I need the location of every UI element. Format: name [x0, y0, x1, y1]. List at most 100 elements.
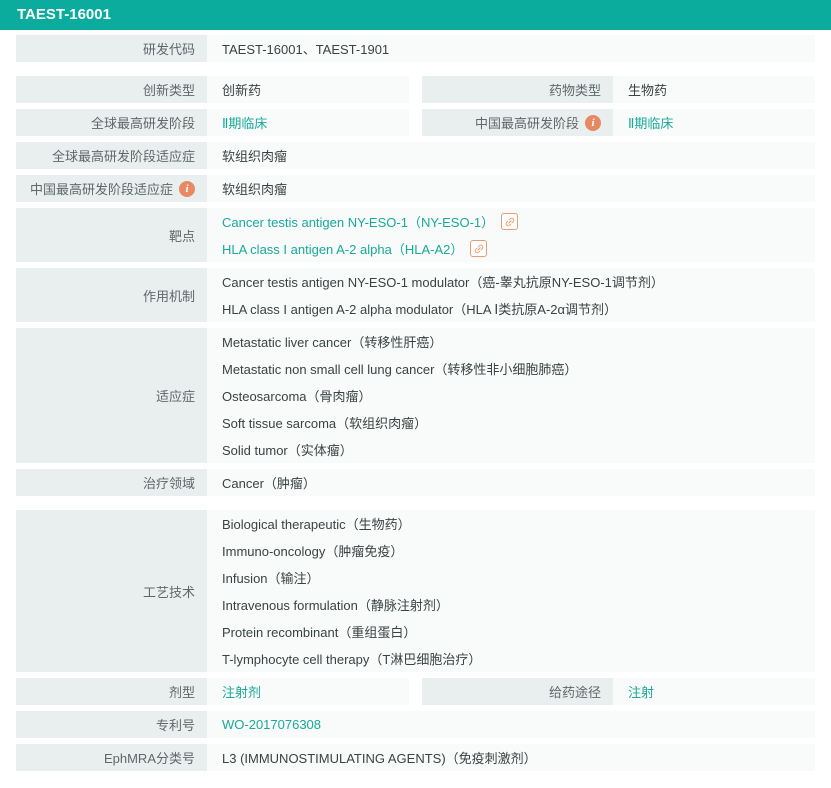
page-title-bar: TAEST-16001	[0, 0, 831, 30]
global-stage-indication-value: 软组织肉瘤	[207, 142, 815, 169]
therapy-area-label: 治疗领域	[16, 469, 207, 496]
label-text: 靶点	[168, 228, 195, 244]
value-text: Metastatic liver cancer（转移性肝癌）	[222, 335, 443, 350]
mechanism-item: HLA class I antigen A-2 alpha modulator（…	[222, 295, 805, 322]
row-pair-stage: 全球最高研发阶段 Ⅱ期临床 中国最高研发阶段 i Ⅱ期临床	[16, 109, 815, 136]
global-stage-indication-label: 全球最高研发阶段适应症	[16, 142, 207, 169]
link-icon[interactable]	[470, 240, 488, 257]
dosage-form-value: 注射剂	[207, 678, 409, 705]
value-text: Intravenous formulation（静脉注射剂）	[222, 598, 449, 613]
indication-item: Soft tissue sarcoma（软组织肉瘤）	[222, 409, 805, 436]
label-text: 全球最高研发阶段适应症	[51, 149, 195, 164]
label-text: 研发代码	[142, 42, 195, 57]
info-icon[interactable]: i	[179, 180, 195, 197]
row-innovation-type: 创新类型 创新药	[16, 76, 409, 103]
target-item: HLA class I antigen A-2 alpha（HLA-A2）	[222, 235, 805, 262]
drug-type-value: 生物药	[613, 76, 815, 103]
value-text: TAEST-16001、TAEST-1901	[222, 42, 390, 57]
dosage-form-link[interactable]: 注射剂	[222, 682, 261, 701]
ephmra-value: L3 (IMMUNOSTIMULATING AGENTS)（免疫刺激剂）	[207, 744, 815, 771]
target-label: 靶点	[16, 208, 207, 262]
target-link[interactable]: Cancer testis antigen NY-ESO-1（NY-ESO-1）	[222, 212, 494, 231]
value-text: T-lymphocyte cell therapy（T淋巴细胞治疗）	[222, 652, 482, 667]
label-text: 全球最高研发阶段	[90, 116, 195, 131]
indication-item: Metastatic liver cancer（转移性肝癌）	[222, 328, 805, 355]
technology-item: Intravenous formulation（静脉注射剂）	[222, 591, 805, 618]
china-stage-indication-label: 中国最高研发阶段适应症 i	[16, 175, 207, 202]
row-pair-form-route: 剂型 注射剂 给药途径 注射	[16, 678, 815, 705]
mechanism-item: Cancer testis antigen NY-ESO-1 modulator…	[222, 268, 805, 295]
value-text: Immuno-oncology（肿瘤免疫）	[222, 544, 404, 559]
info-icon[interactable]: i	[585, 114, 601, 131]
indication-item: Metastatic non small cell lung cancer（转移…	[222, 355, 805, 382]
row-china-stage-indication: 中国最高研发阶段适应症 i 软组织肉瘤	[16, 175, 815, 202]
value-text: Cancer testis antigen NY-ESO-1 modulator…	[222, 275, 664, 290]
value-text: Infusion（输注）	[222, 571, 320, 586]
target-item: Cancer testis antigen NY-ESO-1（NY-ESO-1）	[222, 208, 805, 235]
mechanism-label: 作用机制	[16, 268, 207, 322]
value-text: L3 (IMMUNOSTIMULATING AGENTS)（免疫刺激剂）	[222, 751, 537, 766]
label-text: 药物类型	[548, 83, 601, 98]
technology-item: Immuno-oncology（肿瘤免疫）	[222, 537, 805, 564]
china-stage-value: Ⅱ期临床	[613, 109, 815, 136]
global-stage-value: Ⅱ期临床	[207, 109, 409, 136]
technology-label: 工艺技术	[16, 510, 207, 672]
row-indications: 适应症 Metastatic liver cancer（转移性肝癌） Metas…	[16, 328, 815, 463]
global-stage-label: 全球最高研发阶段	[16, 109, 207, 136]
label-text: 专利号	[155, 718, 195, 733]
row-mechanism: 作用机制 Cancer testis antigen NY-ESO-1 modu…	[16, 268, 815, 322]
label-text: 作用机制	[142, 288, 195, 304]
row-drug-type: 药物类型 生物药	[422, 76, 815, 103]
technology-item: Protein recombinant（重组蛋白）	[222, 618, 805, 645]
value-text: Biological therapeutic（生物药）	[222, 517, 411, 532]
row-dev-code: 研发代码 TAEST-16001、TAEST-1901	[16, 35, 815, 62]
route-link[interactable]: 注射	[628, 682, 654, 701]
value-text: 生物药	[628, 83, 668, 98]
dev-code-label: 研发代码	[16, 35, 207, 62]
drug-detail-page: TAEST-16001 研发代码 TAEST-16001、TAEST-1901 …	[0, 0, 831, 771]
technology-value: Biological therapeutic（生物药） Immuno-oncol…	[207, 510, 815, 672]
label-text: 工艺技术	[142, 584, 195, 600]
technology-item: Biological therapeutic（生物药）	[222, 510, 805, 537]
row-china-stage: 中国最高研发阶段 i Ⅱ期临床	[422, 109, 815, 136]
innovation-type-value: 创新药	[207, 76, 409, 103]
patent-label: 专利号	[16, 711, 207, 738]
indication-item: Osteosarcoma（骨肉瘤）	[222, 382, 805, 409]
target-link[interactable]: HLA class I antigen A-2 alpha（HLA-A2）	[222, 239, 463, 258]
china-stage-indication-value: 软组织肉瘤	[207, 175, 815, 202]
value-text: Solid tumor（实体瘤）	[222, 443, 353, 458]
china-stage-link[interactable]: Ⅱ期临床	[628, 113, 673, 132]
label-text: 适应症	[155, 389, 195, 404]
route-value: 注射	[613, 678, 815, 705]
value-text: 软组织肉瘤	[222, 149, 288, 164]
label-text: 中国最高研发阶段	[474, 116, 579, 131]
route-label: 给药途径	[422, 678, 613, 705]
indication-item: Solid tumor（实体瘤）	[222, 436, 805, 463]
target-value: Cancer testis antigen NY-ESO-1（NY-ESO-1）…	[207, 208, 815, 262]
page-title: TAEST-16001	[17, 6, 111, 23]
value-text: Cancer（肿瘤）	[222, 476, 316, 491]
label-text: 治疗领域	[142, 476, 195, 491]
row-dosage-form: 剂型 注射剂	[16, 678, 409, 705]
label-text: EphMRA分类号	[103, 751, 195, 766]
label-text: 创新类型	[142, 83, 195, 98]
row-global-stage: 全球最高研发阶段 Ⅱ期临床	[16, 109, 409, 136]
patent-value: WO-2017076308	[207, 711, 815, 738]
global-stage-link[interactable]: Ⅱ期临床	[222, 113, 267, 132]
drug-type-label: 药物类型	[422, 76, 613, 103]
link-icon[interactable]	[501, 213, 519, 230]
value-text: Osteosarcoma（骨肉瘤）	[222, 389, 372, 404]
ephmra-label: EphMRA分类号	[16, 744, 207, 771]
patent-link[interactable]: WO-2017076308	[222, 717, 321, 732]
row-global-stage-indication: 全球最高研发阶段适应症 软组织肉瘤	[16, 142, 815, 169]
china-stage-label: 中国最高研发阶段 i	[422, 109, 613, 136]
label-text: 给药途径	[548, 685, 601, 700]
label-text: 剂型	[168, 685, 195, 700]
value-text: Metastatic non small cell lung cancer（转移…	[222, 362, 578, 377]
value-text: 创新药	[222, 83, 262, 98]
row-target: 靶点 Cancer testis antigen NY-ESO-1（NY-ESO…	[16, 208, 815, 262]
mechanism-value: Cancer testis antigen NY-ESO-1 modulator…	[207, 268, 815, 322]
dev-code-value: TAEST-16001、TAEST-1901	[207, 35, 815, 62]
technology-item: Infusion（输注）	[222, 564, 805, 591]
row-pair-type: 创新类型 创新药 药物类型 生物药	[16, 76, 815, 103]
